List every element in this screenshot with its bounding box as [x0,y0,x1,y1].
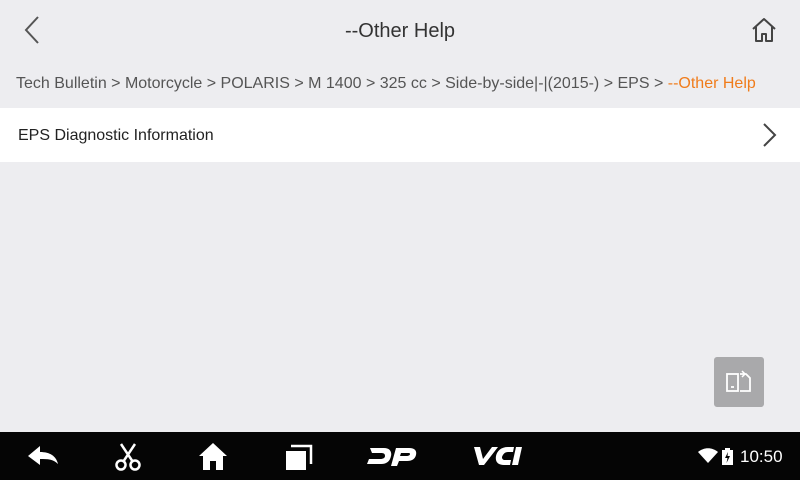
chevron-right-icon [763,123,777,147]
battery-charging-icon [722,448,733,465]
recent-apps-icon[interactable] [282,440,314,472]
page-title: --Other Help [344,20,456,42]
header: --Other Help [0,0,800,62]
breadcrumb: Tech Bulletin > Motorcycle > POLARIS > M… [16,75,756,93]
back-arrow-icon[interactable] [24,440,62,472]
dp-logo-icon[interactable] [366,440,418,472]
wifi-icon [698,448,718,463]
clock: 10:50 [740,447,783,466]
home-button[interactable] [744,12,784,48]
screen-switch-icon [726,370,751,392]
list: EPS Diagnostic Information [0,108,800,162]
breadcrumb-path[interactable]: Tech Bulletin > Motorcycle > POLARIS > M… [16,75,668,92]
home-icon[interactable] [196,440,230,472]
home-icon [752,18,776,42]
status-bar: 10:50 [694,432,800,480]
list-item[interactable]: EPS Diagnostic Information [0,108,800,162]
screen-switch-button[interactable] [714,357,764,407]
system-navbar: 10:50 [0,432,800,480]
scissors-icon[interactable] [112,440,144,472]
vci-logo-icon[interactable] [470,440,526,472]
breadcrumb-current: --Other Help [667,75,756,92]
list-item-label: EPS Diagnostic Information [18,127,214,144]
